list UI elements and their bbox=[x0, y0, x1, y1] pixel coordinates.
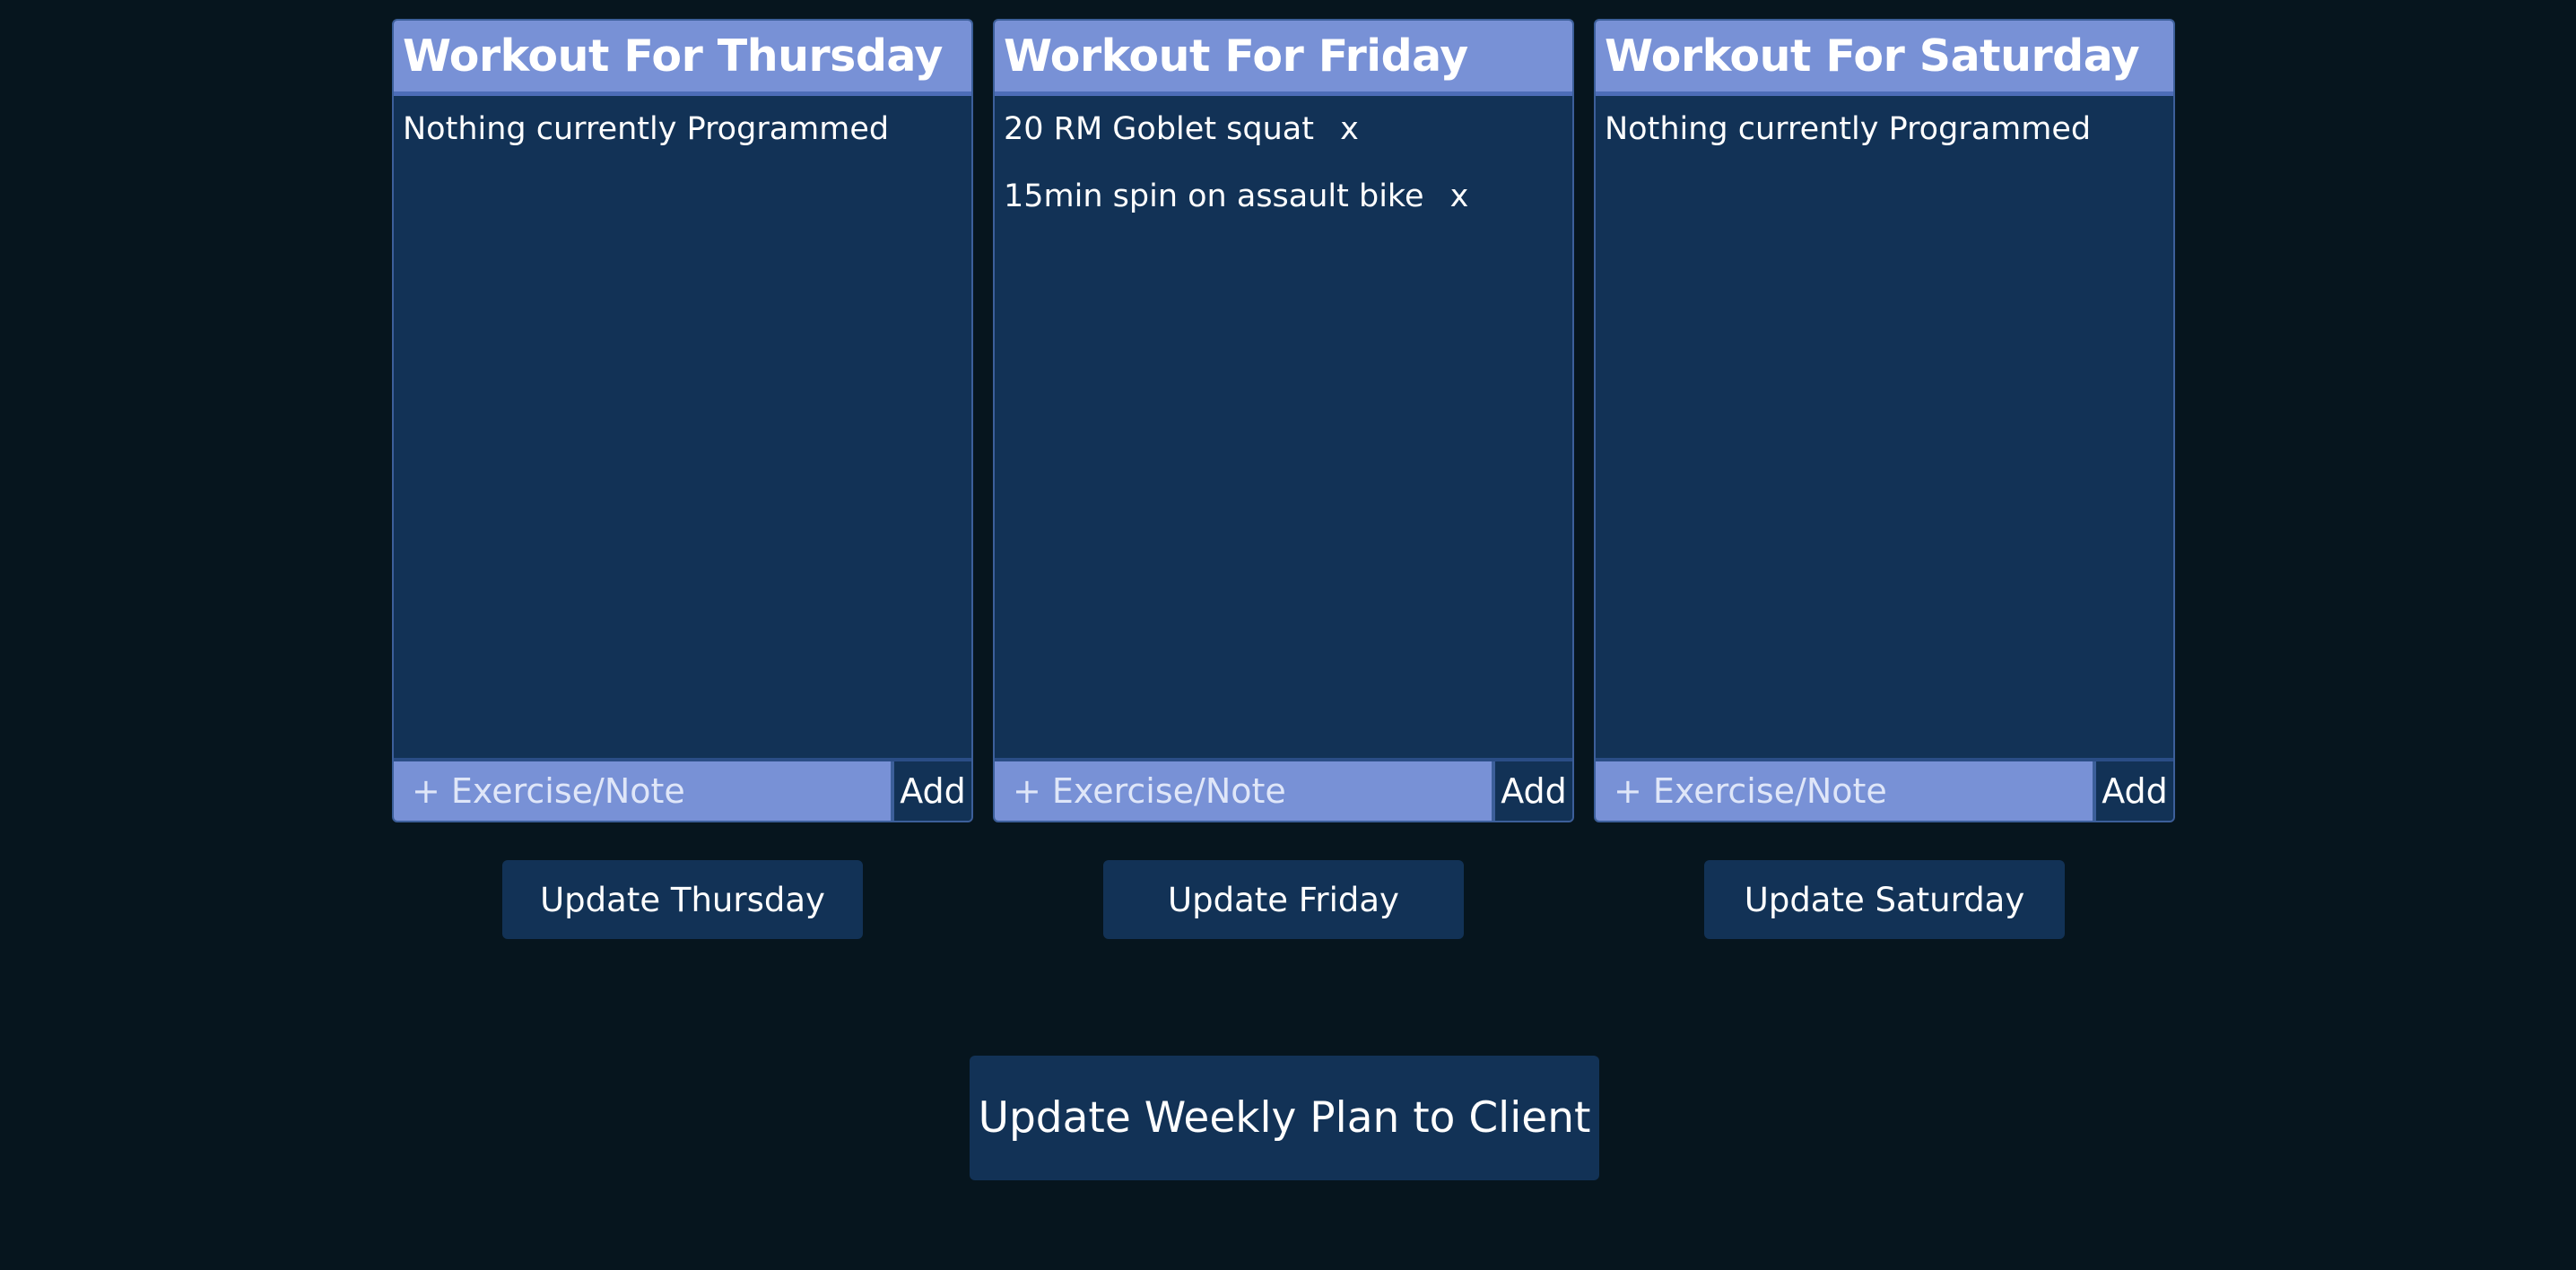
update-thursday-button[interactable]: Update Thursday bbox=[502, 860, 863, 939]
remove-exercise-button[interactable]: x bbox=[1340, 110, 1359, 148]
update-friday-button[interactable]: Update Friday bbox=[1103, 860, 1464, 939]
exercise-list: Nothing currently Programmed bbox=[394, 96, 971, 758]
day-card-title: Workout For Saturday bbox=[1596, 21, 2173, 96]
day-columns: Workout For Thursday Nothing currently P… bbox=[392, 19, 2175, 939]
day-card-saturday: Workout For Saturday Nothing currently P… bbox=[1594, 19, 2175, 822]
add-exercise-bar: Add bbox=[1596, 758, 2173, 821]
add-exercise-bar: Add bbox=[394, 758, 971, 821]
exercise-text: 20 RM Goblet squat bbox=[1004, 111, 1314, 147]
exercise-text: 15min spin on assault bike bbox=[1004, 178, 1424, 214]
exercise-input[interactable] bbox=[394, 761, 891, 821]
remove-exercise-button[interactable]: x bbox=[1450, 178, 1469, 215]
day-card-thursday: Workout For Thursday Nothing currently P… bbox=[392, 19, 973, 822]
empty-state-text: Nothing currently Programmed bbox=[403, 111, 890, 147]
workout-planner-page: Workout For Thursday Nothing currently P… bbox=[0, 0, 2576, 1270]
day-card-friday: Workout For Friday 20 RM Goblet squat x … bbox=[993, 19, 1574, 822]
day-card-title: Workout For Thursday bbox=[394, 21, 971, 96]
empty-state-text: Nothing currently Programmed bbox=[1605, 111, 2092, 147]
list-item: 20 RM Goblet squat x bbox=[1004, 110, 1572, 178]
add-exercise-bar: Add bbox=[995, 758, 1572, 821]
day-column-thursday: Workout For Thursday Nothing currently P… bbox=[392, 19, 973, 939]
exercise-list: 20 RM Goblet squat x 15min spin on assau… bbox=[995, 96, 1572, 758]
add-exercise-button[interactable]: Add bbox=[2093, 761, 2173, 821]
day-column-friday: Workout For Friday 20 RM Goblet squat x … bbox=[993, 19, 1574, 939]
list-item: 15min spin on assault bike x bbox=[1004, 178, 1572, 245]
update-weekly-plan-button[interactable]: Update Weekly Plan to Client bbox=[970, 1056, 1599, 1180]
add-exercise-button[interactable]: Add bbox=[891, 761, 971, 821]
update-saturday-button[interactable]: Update Saturday bbox=[1704, 860, 2065, 939]
exercise-input[interactable] bbox=[995, 761, 1492, 821]
day-card-title: Workout For Friday bbox=[995, 21, 1572, 96]
add-exercise-button[interactable]: Add bbox=[1492, 761, 1572, 821]
day-column-saturday: Workout For Saturday Nothing currently P… bbox=[1594, 19, 2175, 939]
exercise-input[interactable] bbox=[1596, 761, 2093, 821]
exercise-list: Nothing currently Programmed bbox=[1596, 96, 2173, 758]
